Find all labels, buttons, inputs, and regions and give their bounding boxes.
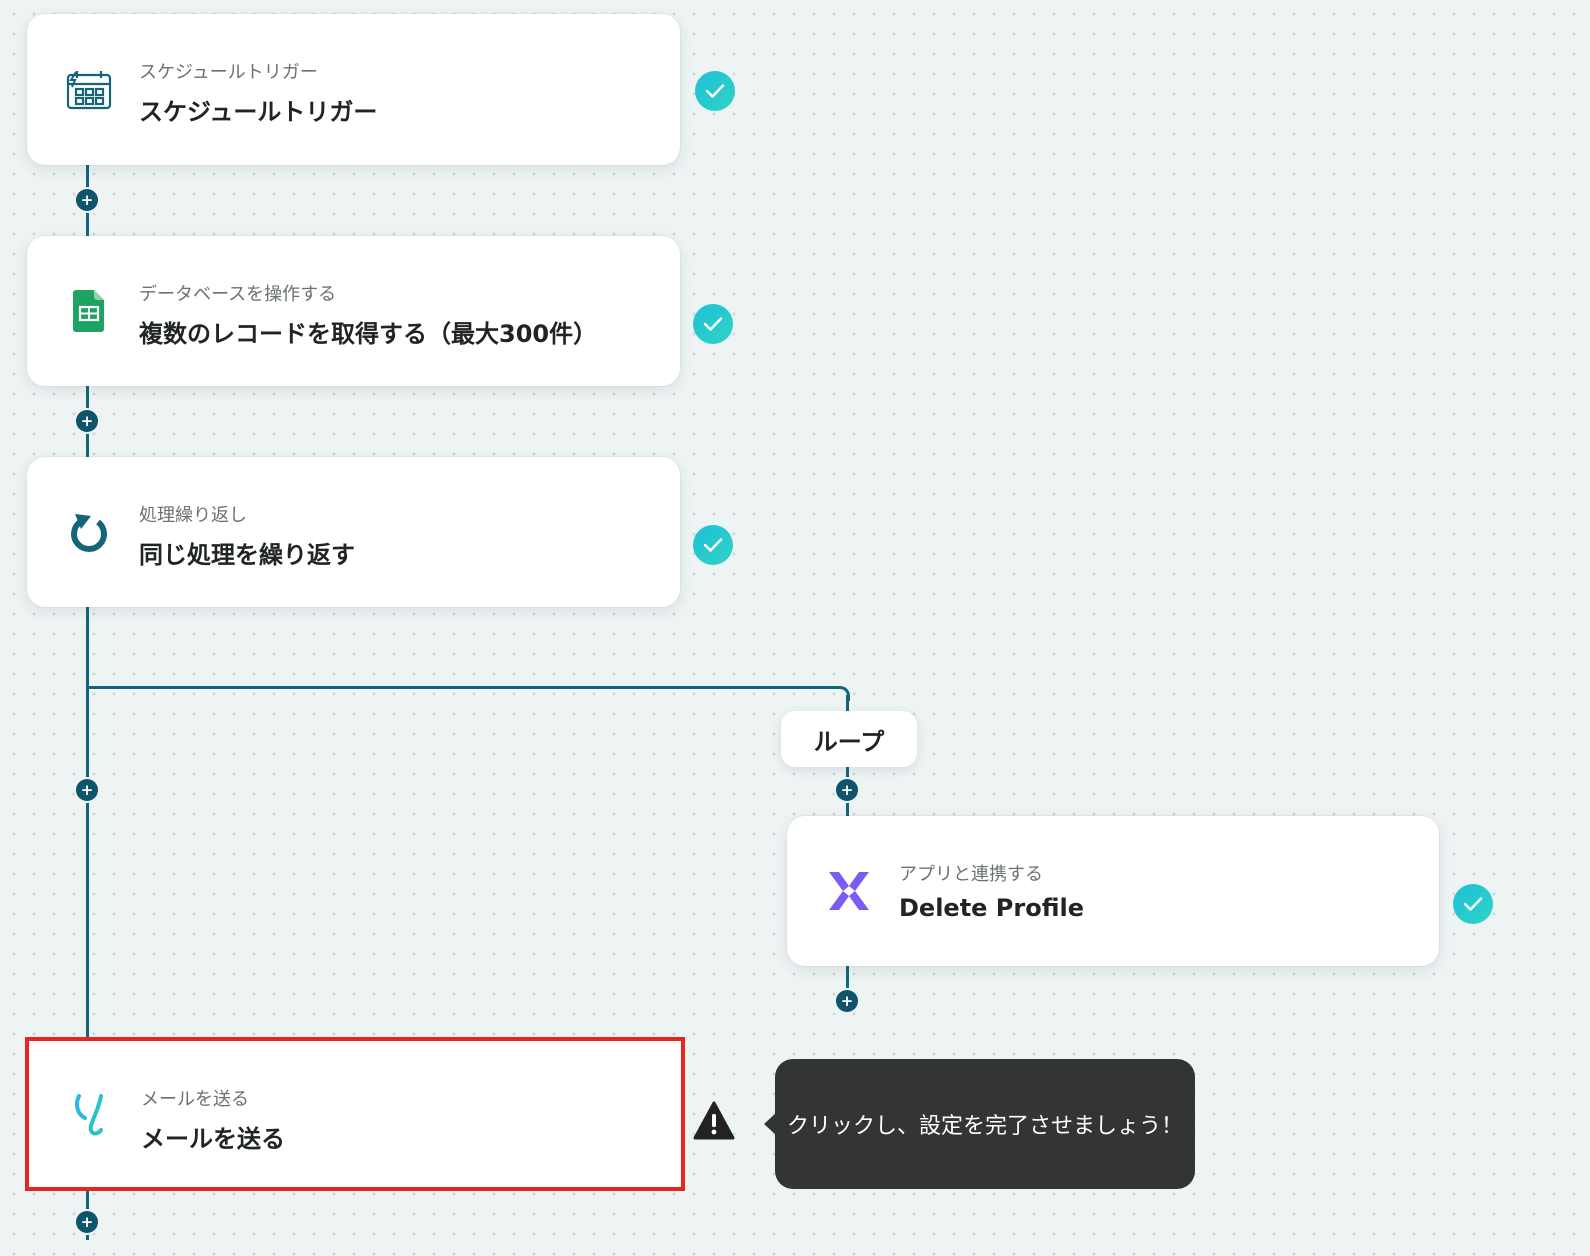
step-subtitle: スケジュールトリガー (139, 62, 318, 83)
step-card-loop[interactable]: 処理繰り返し 同じ処理を繰り返す (27, 457, 680, 607)
step-subtitle: アプリと連携する (899, 864, 1043, 885)
step-subtitle: メールを送る (141, 1089, 249, 1110)
step-card-send-mail[interactable]: メールを送る メールを送る (25, 1037, 685, 1191)
branch-connector-line (86, 686, 838, 689)
calendar-bolt-icon (65, 66, 113, 114)
step-title: スケジュールトリガー (139, 98, 378, 126)
step-title: 同じ処理を繰り返す (139, 541, 355, 569)
add-step-button[interactable]: + (836, 779, 858, 801)
add-step-button[interactable]: + (76, 779, 98, 801)
step-title: メールを送る (141, 1125, 285, 1153)
warning-icon (693, 1101, 735, 1140)
add-step-button[interactable]: + (76, 410, 98, 432)
setup-tooltip: クリックし、設定を完了させましょう！ (764, 1059, 1195, 1189)
step-card-database[interactable]: データベースを操作する 複数のレコードを取得する（最大300件） (27, 236, 680, 386)
step-subtitle: データベースを操作する (139, 284, 337, 305)
step-card-app-integration[interactable]: アプリと連携する Delete Profile (787, 816, 1439, 966)
add-step-button[interactable]: + (76, 189, 98, 211)
loop-arrow-icon (65, 508, 113, 556)
check-icon (693, 304, 733, 344)
app-x-logo-icon (825, 867, 873, 915)
check-icon (1453, 884, 1493, 924)
step-title: Delete Profile (899, 894, 1085, 922)
check-icon (693, 525, 733, 565)
google-sheets-icon (65, 287, 113, 335)
step-title: 複数のレコードを取得する（最大300件） (139, 320, 598, 348)
step-subtitle: 処理繰り返し (139, 505, 247, 526)
check-icon (695, 71, 735, 111)
add-step-button[interactable]: + (836, 990, 858, 1012)
loop-branch-label[interactable]: ループ (781, 711, 917, 767)
mail-y-logo-icon (67, 1090, 115, 1138)
step-card-schedule-trigger[interactable]: スケジュールトリガー スケジュールトリガー (27, 14, 680, 165)
add-step-button[interactable]: + (76, 1211, 98, 1233)
